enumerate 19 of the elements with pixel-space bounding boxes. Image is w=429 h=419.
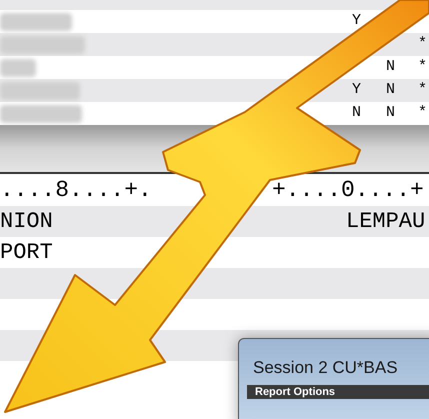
ruler-text: +....0....+: [272, 176, 424, 205]
table-cell-text: N: [386, 57, 396, 78]
screen-text: PORT: [0, 239, 53, 267]
dialog-title: Session 2 CU*BAS: [253, 357, 399, 379]
table-cell-text: Y: [352, 11, 362, 32]
screen-text: NION: [0, 208, 53, 236]
table-cell-text: *: [418, 80, 428, 100]
ruler-text: ....8....+.: [0, 176, 152, 205]
screen-text: LEMPAU: [346, 208, 426, 236]
table-cell-text: N: [386, 80, 396, 100]
table-cell-text: *: [418, 34, 428, 54]
table-cell-text: N: [386, 103, 396, 124]
redacted-block: [0, 12, 72, 30]
table-cell-text: Y: [352, 80, 362, 100]
table-cell-text: N: [352, 103, 362, 124]
redacted-block: [0, 58, 36, 76]
table-cell-text: *: [418, 57, 428, 78]
table-cell-text: *: [418, 103, 428, 124]
dialog-header-bar: Report Options: [247, 385, 429, 399]
